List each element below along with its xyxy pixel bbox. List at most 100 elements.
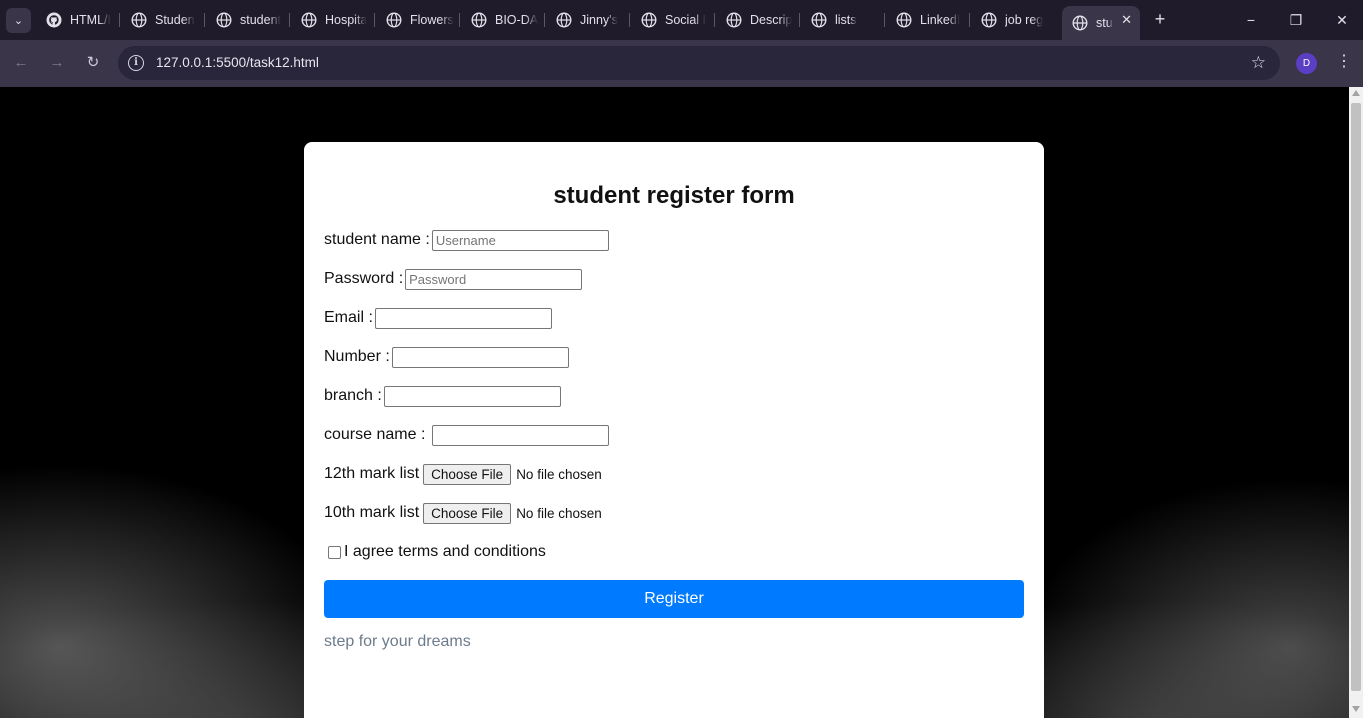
tab-title: Studen (155, 13, 195, 27)
email-label: Email : (324, 309, 373, 326)
tab-separator (884, 13, 885, 27)
browser-tab[interactable]: HTML/I (36, 6, 117, 34)
tab-separator (629, 13, 630, 27)
browser-tab[interactable]: stu ✕ (1062, 6, 1140, 40)
scroll-down-arrow-icon[interactable] (1352, 706, 1360, 712)
globe-icon (726, 12, 742, 28)
scrollbar-thumb[interactable] (1351, 103, 1361, 691)
tab-title: stu (1096, 16, 1113, 30)
tab-separator (374, 13, 375, 27)
tab-title: job reg (1005, 13, 1044, 27)
tab-separator (289, 13, 290, 27)
globe-icon (641, 12, 657, 28)
browser-tab[interactable]: Social I (631, 6, 712, 34)
browser-tab[interactable]: job reg (971, 6, 1052, 34)
tab-separator (799, 13, 800, 27)
course-name-row: course name : (324, 423, 609, 447)
number-label: Number : (324, 348, 390, 365)
mark10-choose-file-button[interactable]: Choose File (423, 502, 512, 524)
close-window-button[interactable]: ✕ (1327, 8, 1357, 32)
student-name-row: student name : (324, 228, 609, 252)
minimize-button[interactable]: − (1236, 8, 1266, 32)
password-input[interactable] (405, 268, 583, 290)
tab-title: Flowers (410, 13, 454, 27)
browser-tab[interactable]: Jinny's (546, 6, 627, 34)
tab-title: Social I (665, 13, 706, 27)
password-label: Password : (324, 270, 404, 287)
tab-title: student (240, 13, 282, 27)
restore-button[interactable]: ❐ (1281, 8, 1311, 32)
url-path: :5500/task12.html (212, 55, 319, 70)
browser-tab[interactable]: student (206, 6, 287, 34)
globe-icon (896, 12, 912, 28)
tab-separator (119, 13, 120, 27)
branch-input[interactable] (383, 385, 561, 407)
tab-separator (714, 13, 715, 27)
tab-title: Hospita (325, 13, 368, 27)
tab-title: LinkedI (920, 13, 961, 27)
course-name-label: course name : (324, 426, 430, 443)
url-text[interactable]: 127.0.0.1:5500/task12.html (156, 55, 319, 70)
form-title: student register form (553, 182, 795, 209)
tab-search-icon[interactable]: ⌄ (6, 8, 31, 33)
browser-tab[interactable]: Hospita (291, 6, 372, 34)
tab-title: BIO-DA (495, 13, 539, 27)
profile-avatar[interactable]: D (1296, 53, 1317, 74)
mark10-file-status: No file chosen (516, 505, 602, 521)
mark12-label: 12th mark list (324, 465, 420, 482)
globe-icon (301, 12, 317, 28)
browser-tab[interactable]: Flowers (376, 6, 457, 34)
browser-toolbar: ← → ↻ i 127.0.0.1:5500/task12.html ☆ (0, 40, 1363, 87)
browser-tab[interactable]: BIO-DA (461, 6, 542, 34)
site-info-icon[interactable]: i (128, 55, 144, 71)
mark12-choose-file-button[interactable]: Choose File (423, 463, 512, 485)
branch-label: branch : (324, 387, 382, 404)
email-input[interactable] (374, 307, 552, 329)
number-row: Number : (324, 345, 569, 369)
course-name-input[interactable] (431, 424, 609, 446)
email-row: Email : (324, 306, 552, 330)
address-bar[interactable]: i 127.0.0.1:5500/task12.html ☆ (118, 46, 1280, 80)
tab-strip: ⌄ HTML/I Studen student Hospita Flowers BIO-D… (0, 0, 1363, 40)
agree-row: I agree terms and conditions (324, 540, 546, 564)
mark12-row: 12th mark list Choose File No file chose… (324, 462, 602, 486)
tab-title: Jinny's (580, 13, 618, 27)
globe-icon (131, 12, 147, 28)
new-tab-button[interactable]: + (1149, 8, 1171, 30)
tab-separator (969, 13, 970, 27)
number-input[interactable] (391, 346, 569, 368)
mark10-row: 10th mark list Choose File No file chose… (324, 501, 602, 525)
tab-title: lists (835, 13, 857, 27)
browser-tab[interactable]: lists (801, 6, 882, 34)
branch-row: branch : (324, 384, 561, 408)
scroll-up-arrow-icon[interactable] (1352, 90, 1360, 96)
tab-title: Descrip (750, 13, 793, 27)
browser-tab[interactable]: LinkedI (886, 6, 967, 34)
globe-icon (556, 12, 572, 28)
register-button[interactable]: Register (324, 580, 1024, 618)
github-icon (46, 12, 62, 28)
bookmark-star-icon[interactable]: ☆ (1251, 53, 1266, 73)
reload-icon[interactable]: ↻ (82, 52, 104, 74)
tagline-text: step for your dreams (324, 633, 471, 650)
student-name-input[interactable] (431, 229, 609, 251)
close-tab-icon[interactable]: ✕ (1121, 12, 1132, 28)
url-host: 127.0.0.1 (156, 55, 213, 70)
tab-separator (204, 13, 205, 27)
browser-tab[interactable]: Descrip (716, 6, 797, 34)
agree-label[interactable]: I agree terms and conditions (344, 543, 546, 561)
globe-icon (1072, 15, 1088, 31)
menu-kebab-icon[interactable]: ⋮ (1336, 51, 1352, 73)
globe-icon (811, 12, 827, 28)
mark12-file-status: No file chosen (516, 466, 602, 482)
globe-icon (386, 12, 402, 28)
back-icon[interactable]: ← (10, 52, 32, 74)
agree-checkbox[interactable] (328, 545, 341, 559)
tab-title: HTML/I (70, 13, 111, 27)
browser-tab[interactable]: Studen (121, 6, 202, 34)
globe-icon (216, 12, 232, 28)
globe-icon (981, 12, 997, 28)
student-name-label: student name : (324, 231, 430, 248)
mark10-label: 10th mark list (324, 504, 420, 521)
forward-icon[interactable]: → (46, 52, 68, 74)
